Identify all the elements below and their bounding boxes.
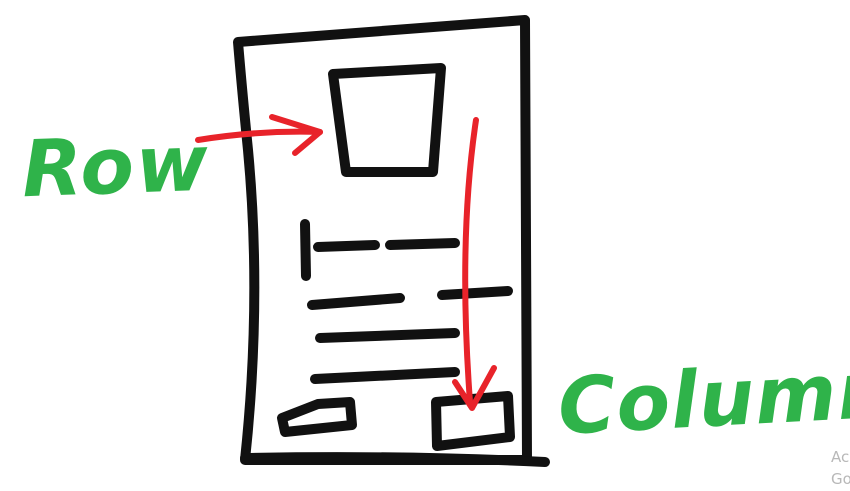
- text-line-2a: [307, 293, 405, 310]
- text-line-1b: [385, 238, 460, 250]
- column-arrow-shaft: [462, 117, 479, 405]
- left-button-shape: [277, 397, 357, 437]
- row-arrow-shaft: [195, 128, 323, 143]
- column-label: Column: [555, 345, 850, 453]
- watermark-text-line-2: Go: [831, 470, 850, 488]
- text-line-vertical-bar: [300, 219, 311, 281]
- watermark-text-line-1: Ac: [831, 448, 850, 466]
- text-line-1a: [313, 240, 380, 252]
- row-label: Row: [20, 118, 212, 216]
- text-line-3: [315, 328, 460, 343]
- page-frame-bottom-edge: [240, 452, 550, 467]
- text-line-2b: [437, 286, 513, 300]
- text-line-4: [310, 367, 460, 384]
- image-placeholder: [328, 63, 446, 177]
